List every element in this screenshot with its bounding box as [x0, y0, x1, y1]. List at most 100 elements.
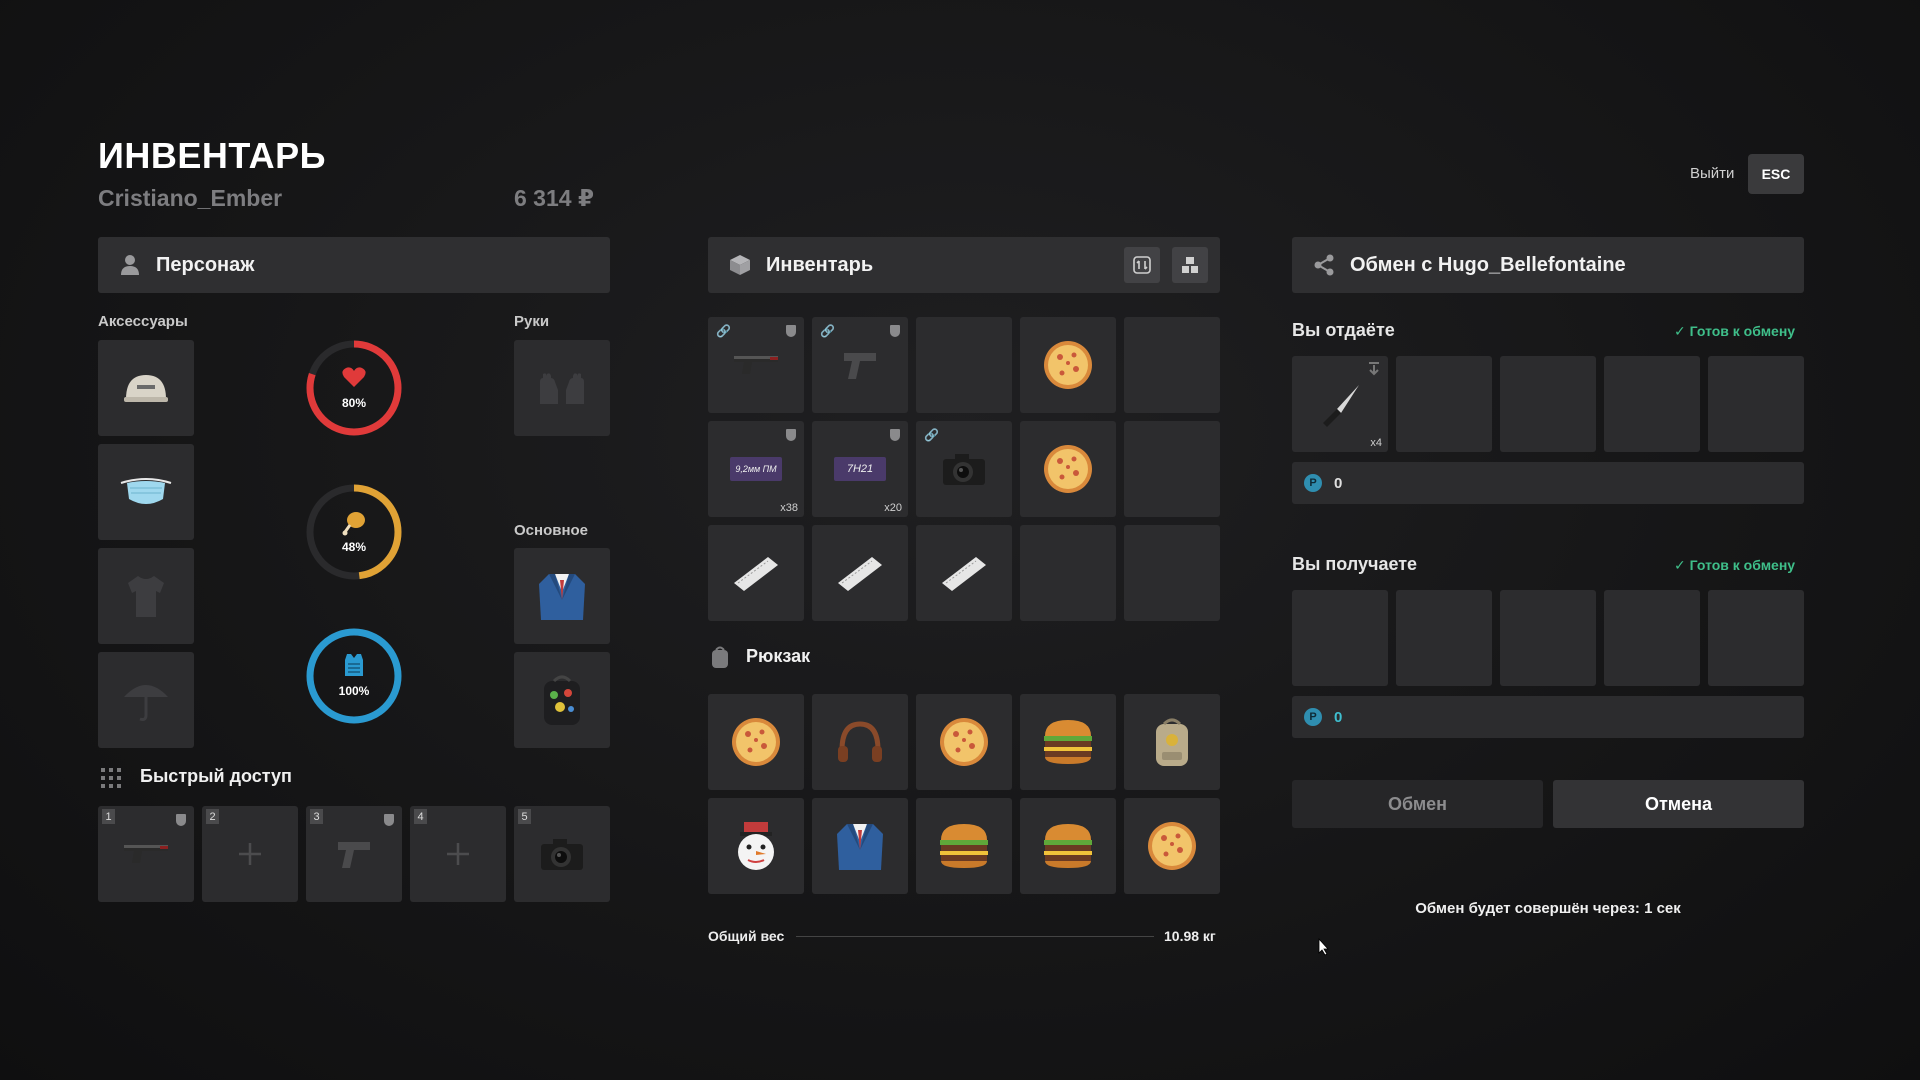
camera-icon — [541, 839, 583, 870]
give-slot-empty[interactable] — [1396, 356, 1492, 452]
cap-icon — [124, 375, 168, 402]
give-slot-empty[interactable] — [1708, 356, 1804, 452]
quick-access-title: Быстрый доступ — [140, 766, 292, 786]
shield-icon — [384, 814, 394, 826]
slot-number: 4 — [414, 809, 427, 824]
ammo-9mm-icon: 9,2мм ПМ — [730, 457, 782, 481]
ready-label: Готов к обмену — [1689, 557, 1796, 573]
ticket-icon — [838, 557, 882, 591]
trade-panel-header: Обмен с Hugo_Bellefontaine — [1292, 237, 1804, 293]
cursor-icon — [1318, 938, 1329, 956]
cancel-button[interactable]: Отмена — [1553, 780, 1804, 828]
inventory-slot[interactable] — [812, 525, 908, 621]
backpack-slot[interactable] — [812, 798, 908, 894]
headphones-icon — [838, 721, 882, 762]
inventory-slot[interactable]: 🔗 — [916, 421, 1012, 517]
backpack-slot[interactable] — [1124, 694, 1220, 790]
backpack-tan-icon — [1156, 718, 1188, 766]
quick-slot-4[interactable]: 4 — [410, 806, 506, 902]
inventory-slot[interactable] — [1020, 317, 1116, 413]
pistol-gray-icon — [844, 353, 876, 379]
main-slot-backpack[interactable] — [514, 652, 610, 748]
exchange-button[interactable]: Обмен — [1292, 780, 1543, 828]
medical-mask-icon — [120, 478, 172, 504]
receive-money-value: 0 — [1334, 708, 1343, 726]
backpack-slot[interactable] — [708, 798, 804, 894]
inventory-slot[interactable]: 🔗 — [708, 317, 804, 413]
give-slot[interactable]: x4 — [1292, 356, 1388, 452]
suit-icon — [837, 824, 883, 870]
slot-number: 3 — [310, 809, 323, 824]
health-ring: 80% — [304, 338, 404, 438]
give-money-field[interactable]: Р 0 — [1292, 462, 1804, 504]
main-slot-suit[interactable] — [514, 548, 610, 644]
player-name: Cristiano_Ember — [98, 185, 283, 211]
pizza-icon — [732, 718, 780, 766]
share-icon — [1312, 253, 1336, 277]
inventory-slot-empty[interactable] — [1020, 525, 1116, 621]
gloves-placeholder-icon — [540, 373, 584, 404]
heart-icon — [342, 367, 366, 387]
page-title: ИНВЕНТАРЬ — [98, 135, 326, 176]
accessory-slot-mask[interactable] — [98, 444, 194, 540]
main-label: Основное — [514, 522, 589, 539]
backpack-slot[interactable] — [812, 694, 908, 790]
slot-number: 1 — [102, 809, 115, 824]
hunger-value: 48% — [341, 540, 367, 554]
backpack-slot[interactable] — [1020, 694, 1116, 790]
inventory-slot[interactable]: 9,2мм ПМ x38 — [708, 421, 804, 517]
receive-slot-empty — [1500, 590, 1596, 686]
quick-slot-5[interactable]: 5 — [514, 806, 610, 902]
give-slot-empty[interactable] — [1604, 356, 1700, 452]
accessory-slot-shirt[interactable] — [98, 548, 194, 644]
backpack-slot[interactable] — [1020, 798, 1116, 894]
arrow-down-icon — [1369, 362, 1379, 376]
accessory-slot-umbrella[interactable] — [98, 652, 194, 748]
burger-icon — [1044, 720, 1092, 764]
inventory-slot-empty[interactable] — [1124, 421, 1220, 517]
hands-slot[interactable] — [514, 340, 610, 436]
give-title: Вы отдаёте — [1292, 320, 1395, 340]
exit-label[interactable]: Выйти — [1690, 165, 1734, 182]
inventory-slot-empty[interactable] — [1124, 525, 1220, 621]
character-panel-header: Персонаж — [98, 237, 610, 293]
backpack-slot[interactable] — [708, 694, 804, 790]
inventory-slot-empty[interactable] — [916, 317, 1012, 413]
backpack-slot[interactable] — [1124, 798, 1220, 894]
backpack-small-icon — [710, 645, 730, 674]
backpack-slot[interactable] — [916, 694, 1012, 790]
umbrella-placeholder-icon — [124, 685, 168, 721]
pizza-icon — [1044, 341, 1092, 389]
pistol-gray-icon — [338, 842, 370, 868]
ticket-icon — [942, 557, 986, 591]
esc-button[interactable]: ESC — [1748, 154, 1804, 194]
inventory-slot[interactable]: 🔗 — [812, 317, 908, 413]
grid-icon — [101, 768, 121, 793]
sort-button[interactable] — [1124, 247, 1160, 283]
accessory-slot-cap[interactable] — [98, 340, 194, 436]
stack-button[interactable] — [1172, 247, 1208, 283]
pistol-icon — [734, 356, 778, 374]
empty-plus-icon — [447, 843, 469, 865]
slot-number: 2 — [206, 809, 219, 824]
backpack-icon — [544, 675, 580, 725]
quick-slot-2[interactable]: 2 — [202, 806, 298, 902]
quick-slot-1[interactable]: 1 — [98, 806, 194, 902]
item-quantity: x20 — [884, 502, 902, 514]
give-slot-empty[interactable] — [1500, 356, 1596, 452]
pizza-icon — [1148, 822, 1196, 870]
armor-value: 100% — [338, 684, 370, 698]
hunger-ring: 48% — [304, 482, 404, 582]
hands-label: Руки — [514, 313, 550, 330]
quick-slot-3[interactable]: 3 — [306, 806, 402, 902]
sort-icon — [1133, 256, 1151, 274]
inventory-slot[interactable] — [1020, 421, 1116, 517]
link-icon: 🔗 — [716, 324, 731, 338]
inventory-slot[interactable] — [708, 525, 804, 621]
receive-title: Вы получаете — [1292, 554, 1418, 574]
inventory-slot[interactable] — [916, 525, 1012, 621]
backpack-slot[interactable] — [916, 798, 1012, 894]
inventory-slot-empty[interactable] — [1124, 317, 1220, 413]
empty-plus-icon — [239, 843, 261, 865]
inventory-slot[interactable]: 7Н21 x20 — [812, 421, 908, 517]
